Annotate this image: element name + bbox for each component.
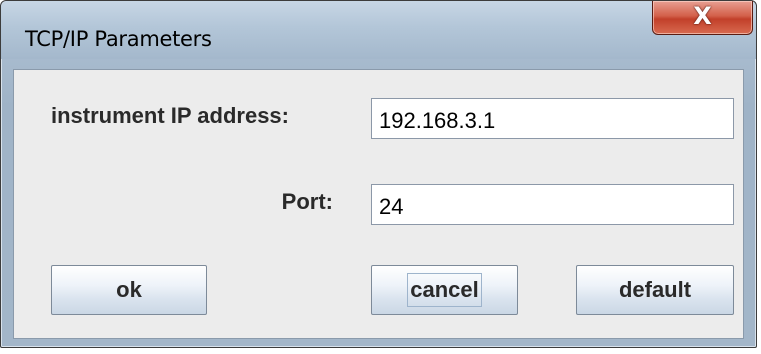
port-label: Port: — [281, 189, 333, 214]
close-button[interactable]: X — [652, 1, 753, 35]
ok-button[interactable]: ok — [51, 265, 207, 315]
ok-button-label: ok — [116, 277, 142, 302]
default-button[interactable]: default — [576, 265, 734, 315]
cancel-button-label: cancel — [407, 273, 482, 307]
default-button-label: default — [618, 277, 692, 302]
title-bar[interactable]: TCP/IP Parameters X — [1, 1, 756, 59]
dialog-window: TCP/IP Parameters X instrument IP addres… — [0, 0, 757, 348]
close-icon: X — [693, 2, 712, 30]
ip-address-label: instrument IP address: — [51, 103, 289, 128]
window-title: TCP/IP Parameters — [25, 27, 212, 51]
ip-address-input[interactable]: 192.168.3.1 — [371, 98, 734, 139]
cancel-button[interactable]: cancel — [371, 265, 518, 315]
port-input[interactable]: 24 — [371, 184, 734, 225]
dialog-content: instrument IP address: 192.168.3.1 Port:… — [13, 69, 744, 339]
